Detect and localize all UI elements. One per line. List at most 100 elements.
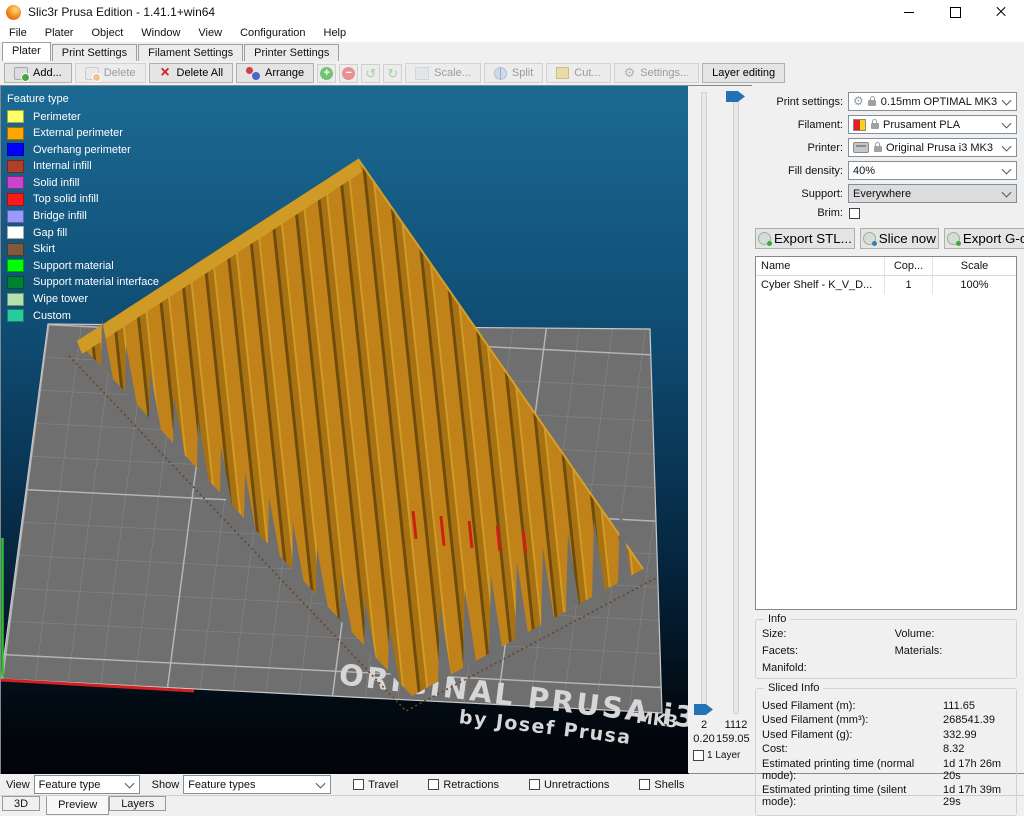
column-copies[interactable]: Cop... [884,257,932,275]
menu-view[interactable]: View [189,27,231,39]
internal-infill-swatch [7,160,24,173]
menu-configuration[interactable]: Configuration [231,27,314,39]
3d-canvas[interactable]: ORIGINAL PRUSA i3 MK3 by Josef Prusa [0,85,688,773]
unretractions-label: Unretractions [544,779,609,791]
tab-plater[interactable]: Plater [2,42,51,61]
delete-all-button[interactable]: Delete All [149,63,233,83]
plater-toolbar: Add... Delete Delete All Arrange Scale..… [0,61,1024,85]
printer-combo[interactable]: Original Prusa i3 MK3 [848,138,1017,157]
layer-slider-low-track[interactable] [701,92,707,714]
print-settings-value: 0.15mm OPTIMAL MK3 (modified) [881,96,1000,108]
main-area: ORIGINAL PRUSA i3 MK3 by Josef Prusa [0,85,1024,773]
layer-number-row: 2 1112 [688,719,752,731]
chevron-down-icon [1002,187,1012,197]
layer-editing-button[interactable]: Layer editing [702,63,785,83]
travel-checkbox[interactable] [353,779,364,790]
support-combo[interactable]: Everywhere [848,184,1017,203]
legend-item: Custom [7,309,159,322]
print-settings-combo[interactable]: 0.15mm OPTIMAL MK3 (modified) [848,92,1017,111]
tab-3d[interactable]: 3D [2,796,40,811]
export-gcode-button[interactable]: Export G-code... [944,228,1024,249]
filament-value: Prusament PLA [883,119,960,131]
view-combo[interactable]: Feature type [34,775,140,794]
tab-preview[interactable]: Preview [46,796,109,815]
menu-window[interactable]: Window [132,27,189,39]
gap-fill-swatch [7,226,24,239]
layer-slider-high-handle[interactable] [726,91,745,102]
travel-label: Travel [368,779,398,791]
shells-checkbox-row: Shells [639,779,684,791]
increase-copies-button[interactable] [317,64,336,83]
retractions-checkbox-row: Retractions [428,779,499,791]
window-title: Slic3r Prusa Edition - 1.41.1+win64 [28,5,215,19]
menu-bar: File Plater Object Window View Configura… [0,24,1024,42]
unretractions-checkbox-row: Unretractions [529,779,609,791]
info-volume-label: Volume: [895,628,1010,640]
one-layer-checkbox[interactable] [693,750,704,761]
tab-filament-settings[interactable]: Filament Settings [138,44,243,61]
legend-item: Wipe tower [7,293,159,306]
show-combo[interactable]: Feature types [183,775,331,794]
legend-label: Support material interface [33,276,159,288]
retractions-checkbox[interactable] [428,779,439,790]
legend-item: Perimeter [7,110,159,123]
column-name[interactable]: Name [756,260,884,272]
fill-density-combo[interactable]: 40% [848,161,1017,180]
split-label: Split [512,67,533,79]
used-filament-g-label: Used Filament (g): [762,729,943,741]
decrease-copies-button[interactable] [339,64,358,83]
rotate-ccw-button[interactable] [361,64,380,83]
tab-print-settings[interactable]: Print Settings [52,44,137,61]
cost-label: Cost: [762,743,943,755]
settings-panel: Print settings: 0.15mm OPTIMAL MK3 (modi… [752,85,1024,773]
object-list[interactable]: Name Cop... Scale Cyber Shelf - K_V_D...… [755,256,1017,610]
fill-density-label: Fill density: [755,165,848,177]
cost-value: 8.32 [943,743,1010,755]
tab-layers[interactable]: Layers [109,796,166,811]
overhang-perimeter-swatch [7,143,24,156]
legend-label: Gap fill [33,227,67,239]
filament-combo[interactable]: Prusament PLA [848,115,1017,134]
plus-icon [320,67,333,80]
print-time-silent-value: 1d 17h 39m 29s [943,784,1010,808]
legend-item: Skirt [7,243,159,256]
split-button[interactable]: Split [484,63,543,83]
cut-button[interactable]: Cut... [546,63,610,83]
object-settings-button[interactable]: Settings... [614,63,700,83]
shells-checkbox[interactable] [639,779,650,790]
minimize-button[interactable] [886,0,932,24]
brim-row: Brim: [755,207,1017,219]
menu-object[interactable]: Object [82,27,132,39]
menu-file[interactable]: File [0,27,36,39]
sliced-info-row: Estimated printing time (normal mode): 1… [762,758,1010,782]
brim-checkbox[interactable] [849,208,860,219]
chevron-down-icon [1002,118,1012,128]
rotate-cw-button[interactable] [383,64,402,83]
settings-label: Settings... [640,67,689,79]
rotate-ccw-icon [365,67,376,80]
lock-icon [873,142,882,153]
add-button[interactable]: Add... [4,63,72,83]
legend-label: Bridge infill [33,210,87,222]
arrange-button[interactable]: Arrange [236,63,314,83]
layer-slider-low-handle[interactable] [694,704,713,715]
maximize-button[interactable] [932,0,978,24]
used-filament-mm3-value: 268541.39 [943,714,1010,726]
delete-button[interactable]: Delete [75,63,146,83]
slice-now-icon [863,232,876,245]
scale-button[interactable]: Scale... [405,63,481,83]
menu-help[interactable]: Help [315,27,356,39]
table-row[interactable]: Cyber Shelf - K_V_D... 1 100% [756,276,1016,294]
close-button[interactable] [978,0,1024,24]
menu-plater[interactable]: Plater [36,27,83,39]
export-stl-button[interactable]: Export STL... [755,228,855,249]
printer-row: Printer: Original Prusa i3 MK3 [755,138,1017,157]
legend-label: Top solid infill [33,193,98,205]
filament-row: Filament: Prusament PLA [755,115,1017,134]
slice-now-button[interactable]: Slice now [860,228,939,249]
layer-slider-high-track[interactable] [733,92,739,714]
column-scale[interactable]: Scale [932,257,1016,275]
tab-printer-settings[interactable]: Printer Settings [244,44,339,61]
unretractions-checkbox[interactable] [529,779,540,790]
cut-label: Cut... [574,67,600,79]
